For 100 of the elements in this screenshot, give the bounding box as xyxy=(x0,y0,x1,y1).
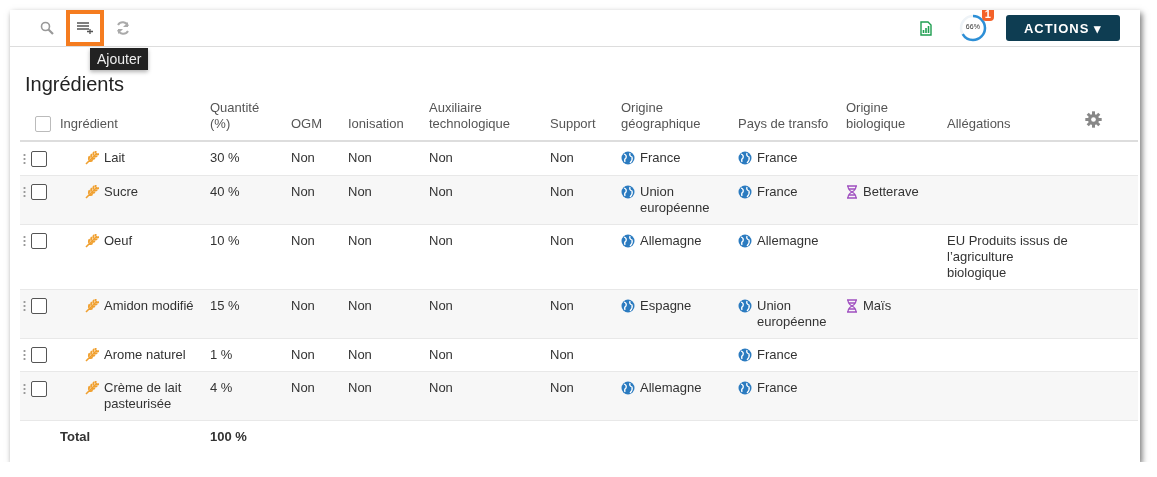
table-cell: Non xyxy=(429,380,453,396)
table-cell: Non xyxy=(429,232,453,248)
add-list-icon xyxy=(77,22,93,34)
table-cell: Allemagne xyxy=(640,380,702,397)
table-cell: 10 % xyxy=(210,232,240,248)
table-cell: Non xyxy=(291,232,315,248)
actions-button[interactable]: ACTIONS ▾ xyxy=(1005,15,1120,41)
row-checkbox[interactable] xyxy=(31,347,47,364)
table-cell: France xyxy=(757,346,798,363)
drag-handle[interactable] xyxy=(23,382,26,395)
table-cell-text: Union européenne xyxy=(757,297,828,330)
drag-handle[interactable] xyxy=(23,349,26,362)
table-cell: Non xyxy=(429,150,453,165)
table-cell: Non xyxy=(348,183,372,199)
drag-handle[interactable] xyxy=(23,235,26,248)
refresh-icon xyxy=(115,20,131,36)
total-value: 100 % xyxy=(210,429,247,445)
globe-icon xyxy=(621,184,635,199)
ingredient-name: Oeuf xyxy=(104,232,133,249)
spreadsheet-icon[interactable] xyxy=(919,20,932,36)
column-header: Origine biologique xyxy=(846,100,906,131)
dna-icon xyxy=(846,184,858,199)
table-cell: Non xyxy=(348,346,372,362)
table-cell: Non xyxy=(429,297,453,313)
table-cell: EU Produits issus de l’agriculture biologique xyxy=(947,232,1068,280)
ingredient-name: Lait xyxy=(104,150,125,166)
dna-icon xyxy=(846,298,858,313)
table-cell: France xyxy=(757,183,798,200)
table-cell: Non xyxy=(429,346,453,362)
table-cell: Non xyxy=(550,150,574,165)
table-cell: France xyxy=(757,150,798,166)
globe-icon xyxy=(738,184,752,199)
table-cell: 40 % xyxy=(210,183,240,199)
select-all-checkbox[interactable] xyxy=(35,116,51,132)
table-cell: Espagne xyxy=(640,297,692,314)
wheat-icon xyxy=(85,298,99,313)
table-cell: France xyxy=(640,150,681,166)
table-cell: 30 % xyxy=(210,150,240,165)
globe-icon xyxy=(621,233,635,248)
table-cell: Non xyxy=(291,297,315,313)
table-cell: Non xyxy=(550,297,574,313)
globe-icon xyxy=(738,347,752,362)
add-row-button[interactable] xyxy=(66,10,104,46)
column-header: Allégations xyxy=(947,116,1011,131)
table-cell: Allemagne xyxy=(757,232,819,249)
table-cell: Maïs xyxy=(863,297,892,314)
ingredient-name: Arome naturel xyxy=(104,346,186,363)
settings-icon[interactable] xyxy=(1085,111,1102,128)
globe-icon xyxy=(738,298,752,313)
wheat-icon xyxy=(85,381,99,396)
row-checkbox[interactable] xyxy=(31,184,47,201)
table-cell: Non xyxy=(429,183,453,199)
row-checkbox[interactable] xyxy=(31,233,47,250)
table-cell: Non xyxy=(291,346,315,362)
table-cell-text: Union européenne xyxy=(640,183,711,216)
column-header: Auxiliaire technologique xyxy=(429,100,510,131)
wheat-icon xyxy=(85,151,99,165)
table-cell: Non xyxy=(348,150,372,165)
globe-icon xyxy=(738,381,752,396)
globe-icon xyxy=(738,151,752,165)
table-cell: 1 % xyxy=(210,346,233,362)
table-cell: Non xyxy=(291,183,315,199)
globe-icon xyxy=(621,381,635,396)
table-cell: Non xyxy=(550,183,574,199)
column-header: Ionisation xyxy=(348,116,404,131)
column-header: Quantité (%) xyxy=(210,100,260,131)
globe-icon xyxy=(738,233,752,248)
ingredient-name: Crème de lait pasteurisée xyxy=(104,380,183,413)
notification-badge: 1 xyxy=(981,10,994,21)
globe-icon xyxy=(621,151,635,165)
ingredient-name: Amidon modifié xyxy=(104,297,194,314)
table-cell: Non xyxy=(550,232,574,248)
wheat-icon xyxy=(85,233,99,248)
wheat-icon xyxy=(85,347,99,362)
table-cell: 4 % xyxy=(210,380,233,396)
ingredient-name: Sucre xyxy=(104,183,138,200)
table-cell: France xyxy=(757,380,798,397)
drag-handle[interactable] xyxy=(23,300,26,313)
page-title: Ingrédients xyxy=(25,73,125,96)
drag-handle[interactable] xyxy=(23,152,26,165)
search-icon xyxy=(40,21,54,35)
table-cell: Betterave xyxy=(863,183,919,200)
total-label: Total xyxy=(60,429,91,445)
row-checkbox[interactable] xyxy=(31,298,47,315)
row-checkbox[interactable] xyxy=(31,150,47,167)
wheat-icon xyxy=(85,184,99,199)
table-cell: Non xyxy=(291,150,315,165)
table-cell: Allemagne xyxy=(640,232,702,249)
drag-handle[interactable] xyxy=(23,186,26,199)
globe-icon xyxy=(621,298,635,313)
table-cell: Non xyxy=(550,346,574,362)
column-header: Pays de transfo xyxy=(738,116,829,131)
column-header: Origine géographique xyxy=(621,100,701,131)
column-header: OGM xyxy=(291,116,323,131)
row-checkbox[interactable] xyxy=(31,380,47,397)
table-cell: Non xyxy=(291,380,315,396)
table-cell: Non xyxy=(550,380,574,396)
tooltip: Ajouter xyxy=(90,48,149,70)
column-header: Ingrédient xyxy=(60,116,118,131)
table-cell: Non xyxy=(348,232,372,248)
